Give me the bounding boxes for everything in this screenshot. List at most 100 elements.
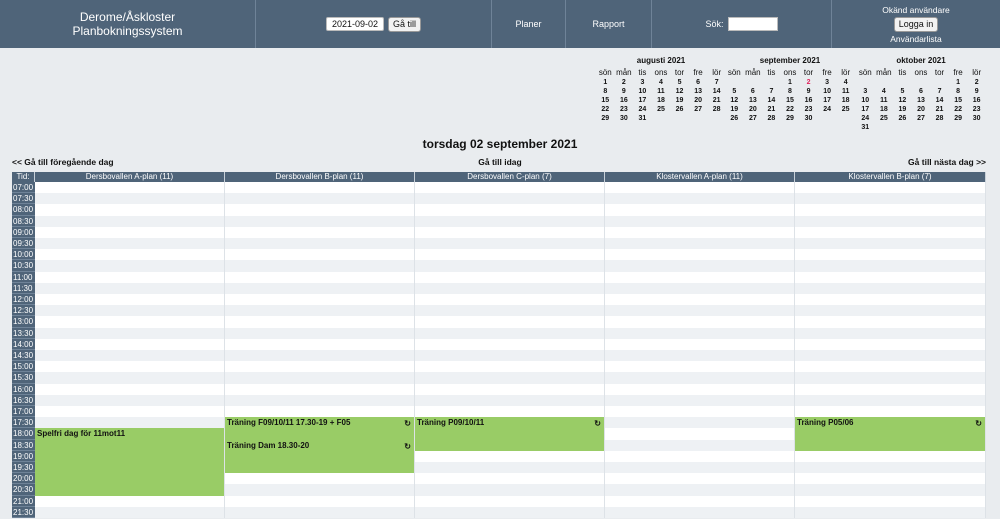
calendar-day[interactable]: 13 — [744, 96, 763, 105]
slot-cell[interactable] — [35, 394, 225, 406]
calendar-day[interactable]: 26 — [670, 105, 689, 114]
slot-cell[interactable] — [415, 506, 605, 518]
slot-cell[interactable] — [605, 226, 795, 238]
slot-cell[interactable] — [605, 282, 795, 294]
date-input[interactable]: 2021-09-02 — [325, 17, 384, 31]
calendar-day[interactable]: 14 — [930, 96, 949, 105]
slot-cell[interactable] — [605, 338, 795, 350]
calendar-day[interactable]: 30 — [615, 114, 634, 123]
slot-cell[interactable] — [605, 193, 795, 205]
slot-cell[interactable] — [225, 473, 415, 485]
slot-cell[interactable] — [415, 305, 605, 317]
slot-cell[interactable] — [35, 372, 225, 384]
calendar-day[interactable]: 11 — [875, 96, 894, 105]
slot-cell[interactable] — [225, 182, 415, 194]
calendar-day[interactable]: 17 — [633, 96, 652, 105]
calendar-day[interactable]: 15 — [781, 96, 800, 105]
calendar-day[interactable]: 25 — [875, 114, 894, 123]
slot-cell[interactable] — [605, 316, 795, 328]
slot-cell[interactable] — [35, 305, 225, 317]
slot-cell[interactable] — [415, 226, 605, 238]
slot-cell[interactable] — [35, 417, 225, 429]
calendar-day[interactable]: 16 — [967, 96, 986, 105]
calendar-day[interactable]: 1 — [949, 78, 968, 87]
calendar-day[interactable]: 30 — [799, 114, 818, 123]
calendar-day[interactable]: 4 — [875, 87, 894, 96]
nav-plans-link[interactable]: Planer — [492, 0, 566, 48]
slot-cell[interactable] — [225, 316, 415, 328]
userlist-link[interactable]: Användarlista — [890, 34, 942, 44]
calendar-day[interactable]: 8 — [781, 87, 800, 96]
slot-cell[interactable] — [225, 338, 415, 350]
slot-cell[interactable] — [605, 182, 795, 194]
slot-cell[interactable] — [225, 294, 415, 306]
calendar-day[interactable]: 21 — [707, 96, 726, 105]
calendar-day[interactable]: 18 — [836, 96, 855, 105]
slot-cell[interactable] — [35, 193, 225, 205]
slot-cell[interactable] — [35, 249, 225, 261]
slot-cell[interactable] — [795, 450, 986, 462]
slot-cell[interactable] — [35, 282, 225, 294]
today-link[interactable]: Gå till idag — [478, 157, 521, 167]
booking-event[interactable]: Träning F09/10/11 17.30-19 + F05 ↻ — [225, 417, 414, 440]
slot-cell[interactable] — [795, 361, 986, 373]
calendar-day[interactable]: 3 — [818, 78, 837, 87]
slot-cell[interactable] — [415, 361, 605, 373]
calendar-day[interactable]: 3 — [633, 78, 652, 87]
slot-cell[interactable] — [415, 473, 605, 485]
calendar-day[interactable]: 29 — [949, 114, 968, 123]
slot-cell[interactable] — [605, 473, 795, 485]
calendar-day[interactable]: 11 — [836, 87, 855, 96]
slot-cell[interactable] — [605, 215, 795, 227]
calendar-day[interactable]: 3 — [856, 87, 875, 96]
calendar-day[interactable]: 7 — [707, 78, 726, 87]
prev-day-link[interactable]: << Gå till föregående dag — [12, 157, 114, 167]
slot-cell[interactable] — [225, 372, 415, 384]
calendar-day[interactable]: 14 — [762, 96, 781, 105]
calendar-day[interactable]: 20 — [744, 105, 763, 114]
slot-cell[interactable] — [795, 338, 986, 350]
calendar-day[interactable]: 9 — [799, 87, 818, 96]
slot-cell[interactable] — [225, 406, 415, 418]
slot-cell[interactable] — [415, 282, 605, 294]
booking-event[interactable]: Träning Dam 18.30-20 ↻ — [225, 439, 414, 474]
slot-cell[interactable] — [605, 506, 795, 518]
calendar-day[interactable]: 18 — [652, 96, 671, 105]
calendar-day[interactable]: 18 — [875, 105, 894, 114]
slot-cell[interactable] — [225, 260, 415, 272]
slot-cell[interactable] — [415, 484, 605, 496]
slot-cell[interactable] — [415, 406, 605, 418]
calendar-day[interactable]: 10 — [856, 96, 875, 105]
slot-cell[interactable] — [795, 282, 986, 294]
calendar-day[interactable]: 12 — [725, 96, 744, 105]
slot-cell[interactable] — [795, 260, 986, 272]
slot-cell[interactable] — [415, 193, 605, 205]
slot-cell[interactable] — [795, 271, 986, 283]
slot-cell[interactable] — [795, 462, 986, 474]
slot-cell[interactable] — [35, 406, 225, 418]
slot-cell[interactable] — [225, 238, 415, 250]
slot-cell[interactable] — [605, 406, 795, 418]
slot-cell[interactable] — [605, 417, 795, 429]
slot-cell[interactable] — [415, 294, 605, 306]
calendar-day[interactable]: 28 — [762, 114, 781, 123]
slot-cell[interactable] — [415, 450, 605, 462]
calendar-day[interactable]: 25 — [652, 105, 671, 114]
calendar-day[interactable]: 20 — [912, 105, 931, 114]
slot-cell[interactable] — [795, 294, 986, 306]
calendar-day[interactable]: 31 — [856, 123, 875, 132]
slot-cell[interactable] — [225, 327, 415, 339]
slot-cell[interactable] — [795, 238, 986, 250]
slot-cell[interactable] — [35, 506, 225, 518]
slot-cell[interactable] — [415, 462, 605, 474]
calendar-day[interactable]: 10 — [633, 87, 652, 96]
slot-cell[interactable] — [795, 305, 986, 317]
slot-cell[interactable] — [225, 394, 415, 406]
slot-cell[interactable] — [225, 350, 415, 362]
calendar-day[interactable]: 1 — [781, 78, 800, 87]
calendar-day[interactable]: 26 — [893, 114, 912, 123]
slot-cell[interactable] — [795, 506, 986, 518]
calendar-day[interactable]: 24 — [818, 105, 837, 114]
slot-cell[interactable] — [225, 282, 415, 294]
calendar-day[interactable]: 13 — [912, 96, 931, 105]
